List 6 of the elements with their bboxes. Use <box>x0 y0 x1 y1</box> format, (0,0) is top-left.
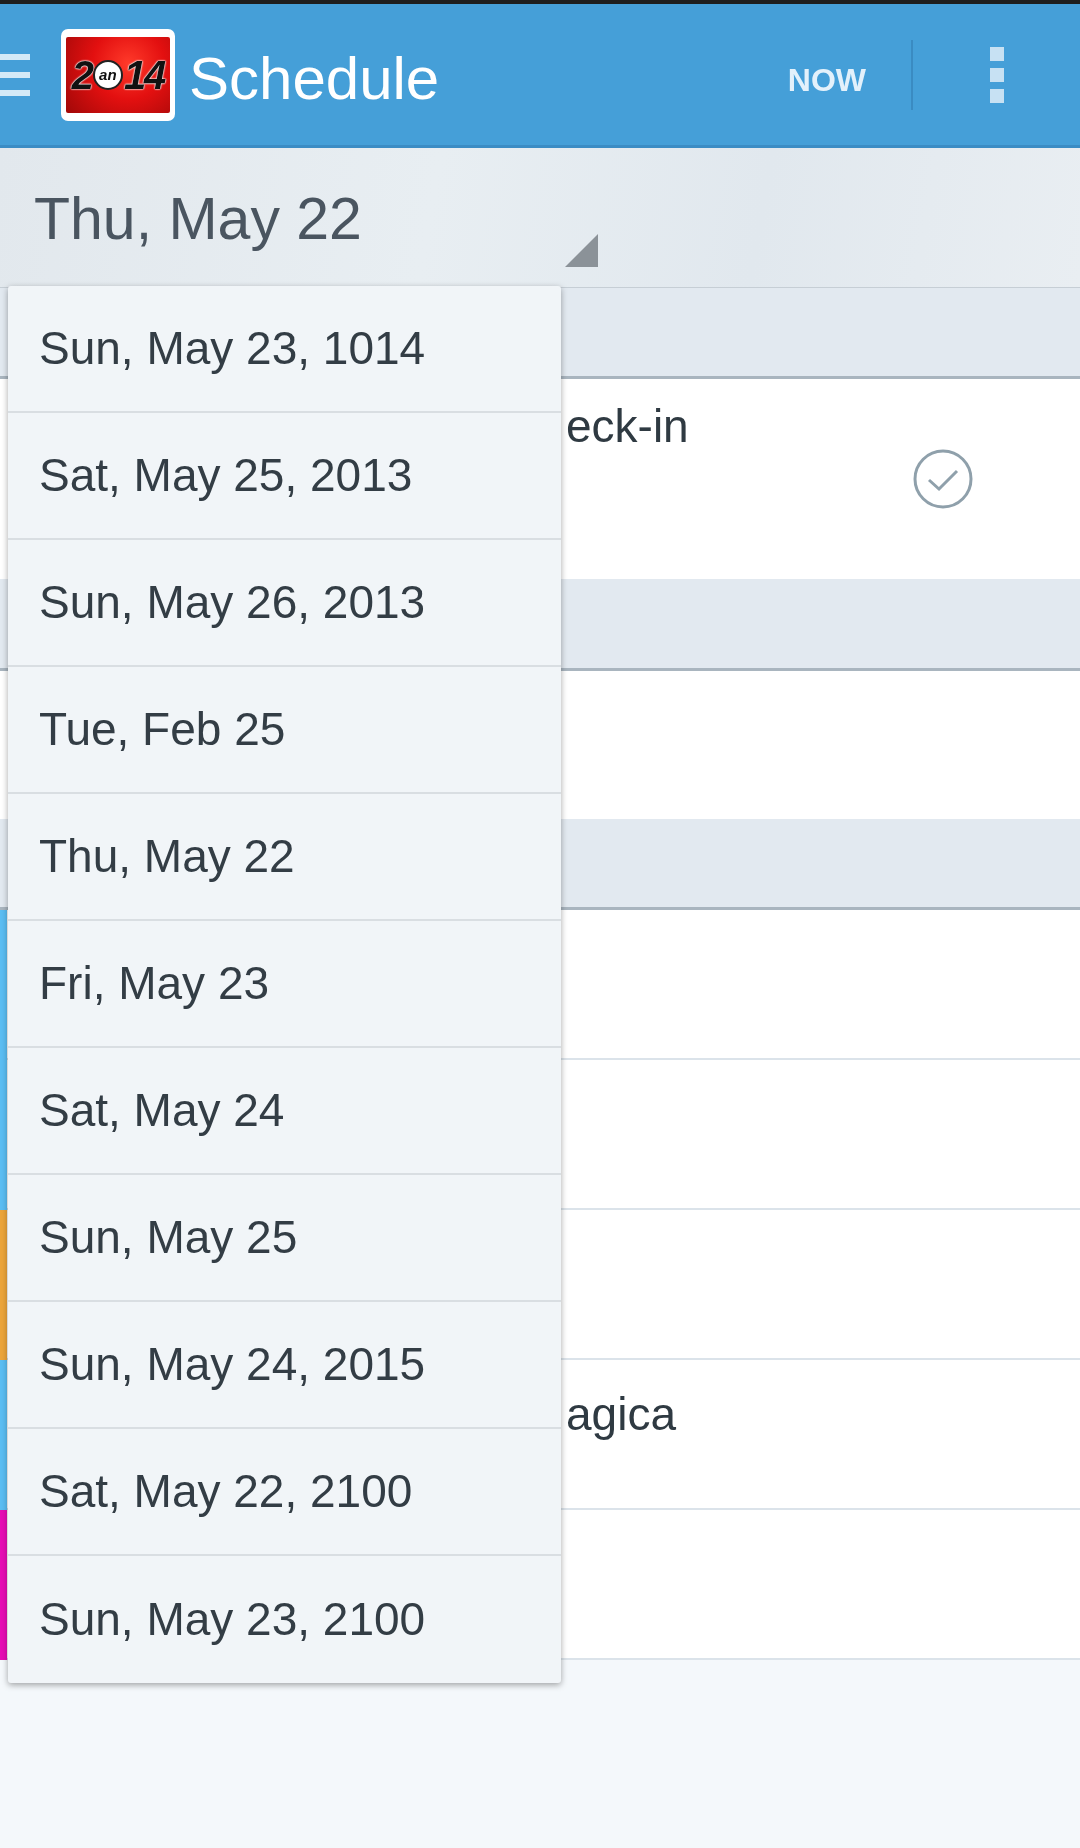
screen-title: Schedule <box>189 43 440 114</box>
event-title: agica <box>566 1387 677 1441</box>
logo-text: 2 <box>71 53 92 96</box>
logo-badge: an <box>92 59 123 90</box>
event-title: eck-in <box>566 399 690 453</box>
logo-text: 14 <box>123 53 165 96</box>
